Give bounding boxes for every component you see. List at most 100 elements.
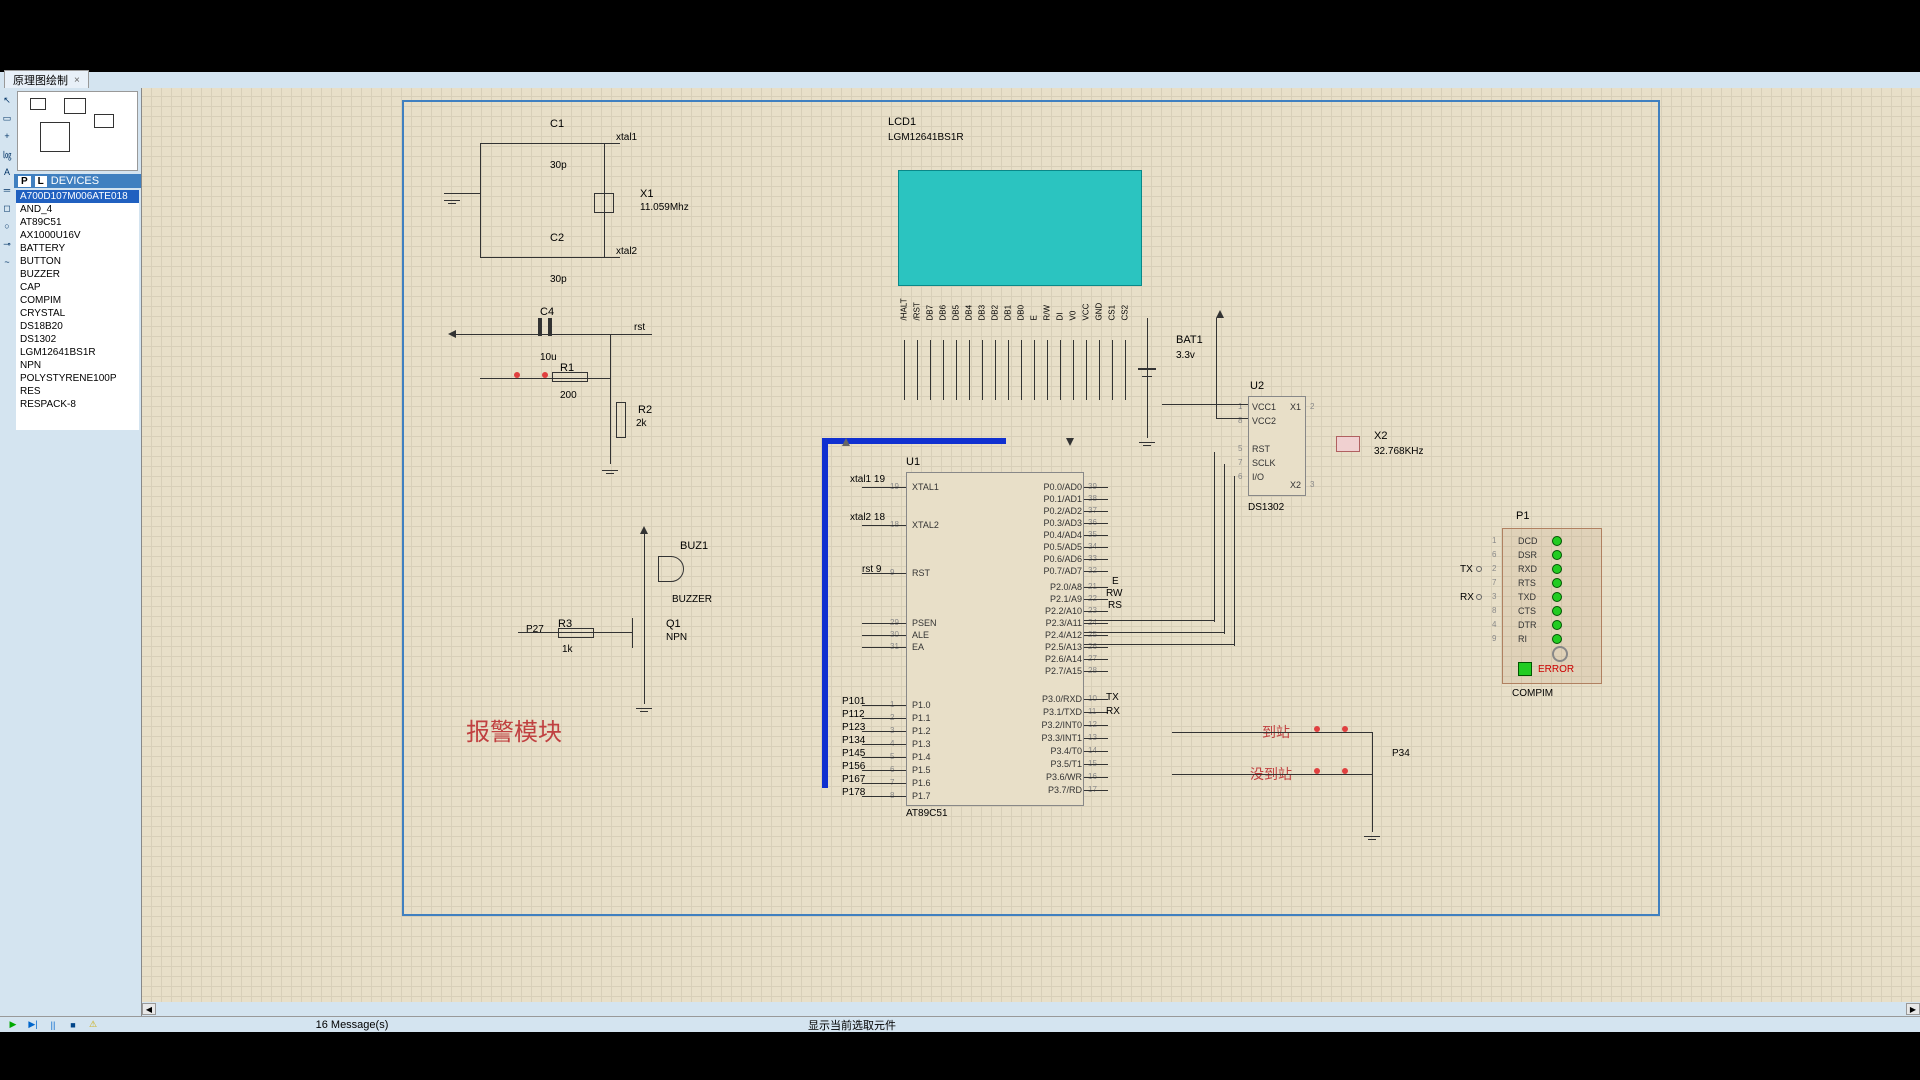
wire [1084, 764, 1108, 765]
lcd-pin-label: R/W [1043, 305, 1052, 321]
pin-label: RTS [1518, 578, 1536, 588]
device-item[interactable]: COMPIM [16, 294, 139, 307]
warning-icon[interactable]: ⚠ [84, 1018, 102, 1032]
device-item[interactable]: BATTERY [16, 242, 139, 255]
bus-tool-icon[interactable]: ═ [1, 183, 13, 197]
tab-schematic[interactable]: 原理图绘制 × [4, 70, 89, 90]
pin-label: XTAL1 [912, 482, 939, 492]
lcd-pin-label: DB1 [1004, 305, 1013, 321]
wire [1086, 340, 1087, 400]
close-icon[interactable]: × [74, 75, 80, 86]
overview-pane[interactable] [17, 91, 138, 171]
device-item[interactable]: POLYSTYRENE100P [16, 372, 139, 385]
play-button[interactable]: ▶ [4, 1018, 22, 1032]
step-button[interactable]: ▶| [24, 1018, 42, 1032]
ref-u1: U1 [906, 456, 920, 468]
component-tool-icon[interactable]: ▭ [1, 111, 13, 125]
wire [982, 340, 983, 400]
val-u1: AT89C51 [906, 808, 948, 819]
device-list[interactable]: A700D107M006ATE018AND_4AT89C51AX1000U16V… [16, 190, 139, 430]
p-button[interactable]: P [18, 176, 31, 187]
pin-num: 5 [1238, 444, 1242, 453]
tx-label: TX [1460, 564, 1473, 575]
pin-num: 6 [1238, 472, 1242, 481]
device-item[interactable]: RES [16, 385, 139, 398]
scroll-right-icon[interactable]: ▶ [1906, 1003, 1920, 1015]
device-item[interactable]: LGM12641BS1R [16, 346, 139, 359]
text-tool-icon[interactable]: A [1, 165, 13, 179]
hint-text: 显示当前选取元件 [602, 1017, 1102, 1033]
junction-tool-icon[interactable]: + [1, 129, 13, 143]
val-u2: DS1302 [1248, 502, 1284, 513]
rx-label: RX [1460, 592, 1474, 603]
device-item[interactable]: DS18B20 [16, 320, 139, 333]
messages-count[interactable]: 16 Message(s) [102, 1019, 602, 1031]
device-item[interactable]: BUTTON [16, 255, 139, 268]
wire [1372, 732, 1373, 832]
wire [1008, 340, 1009, 400]
pin-label: P1.5 [912, 765, 931, 775]
pin-label: DCD [1518, 536, 1538, 546]
battery-plate [1138, 368, 1156, 370]
device-item[interactable]: AND_4 [16, 203, 139, 216]
pause-button[interactable]: || [44, 1018, 62, 1032]
selection-tool-icon[interactable]: ↖ [1, 93, 13, 107]
pin-label: P3.1/TXD [1022, 707, 1082, 717]
pin-tool-icon[interactable]: ⊸ [1, 237, 13, 251]
val-r3: 1k [562, 644, 573, 655]
device-item[interactable]: BUZZER [16, 268, 139, 281]
device-item[interactable]: CAP [16, 281, 139, 294]
device-item[interactable]: NPN [16, 359, 139, 372]
ref-x1: X1 [640, 188, 653, 200]
status-led-icon [1552, 536, 1562, 546]
device-item[interactable]: DS1302 [16, 333, 139, 346]
pin-label: SCLK [1252, 458, 1276, 468]
pin-label: EA [912, 642, 924, 652]
wire [1084, 644, 1234, 645]
button-dot [1314, 726, 1320, 732]
val-x1: 11.059Mhz [640, 202, 689, 213]
terminal-tool-icon[interactable]: ○ [1, 219, 13, 233]
pin-num: 8 [1492, 606, 1496, 615]
net-p178: P178 [842, 787, 865, 798]
device-item[interactable]: CRYSTAL [16, 307, 139, 320]
horizontal-scrollbar[interactable]: ◀ ▶ [142, 1002, 1920, 1016]
wire [480, 143, 481, 257]
resistor-r3 [558, 628, 594, 638]
label-tool-icon[interactable]: ㏒ [1, 147, 13, 161]
device-item[interactable]: AT89C51 [16, 216, 139, 229]
l-button[interactable]: L [35, 176, 47, 187]
ref-p1: P1 [1516, 510, 1529, 522]
graph-tool-icon[interactable]: ~ [1, 255, 13, 269]
wire [1084, 523, 1108, 524]
device-item[interactable]: A700D107M006ATE018 [16, 190, 139, 203]
wire [862, 783, 906, 784]
wire [1034, 340, 1035, 400]
tx-dot [1476, 566, 1482, 572]
lcd-pin-label: DB0 [1017, 305, 1026, 321]
val-r2: 2k [636, 418, 647, 429]
status-led-icon [1552, 592, 1562, 602]
net-rst-9: rst 9 [862, 564, 881, 575]
cap-plate [538, 318, 542, 336]
wire [1084, 559, 1108, 560]
subcircuit-tool-icon[interactable]: ◻ [1, 201, 13, 215]
pin-label: P3.4/T0 [1022, 746, 1082, 756]
schematic-canvas[interactable]: C1 30p C2 30p X1 11.059Mhz xtal1 xtal2 C… [142, 88, 1920, 1016]
ref-r2: R2 [638, 404, 652, 416]
pin-label: P1.4 [912, 752, 931, 762]
resistor-r2 [616, 402, 626, 438]
scroll-left-icon[interactable]: ◀ [142, 1003, 156, 1015]
wire [862, 757, 906, 758]
button-dot [1342, 726, 1348, 732]
pin-label: XTAL2 [912, 520, 939, 530]
wire [1084, 659, 1108, 660]
stop-button[interactable]: ■ [64, 1018, 82, 1032]
device-item[interactable]: AX1000U16V [16, 229, 139, 242]
resistor-r1 [552, 372, 588, 382]
wire [862, 635, 906, 636]
device-item[interactable]: RESPACK-8 [16, 398, 139, 411]
wire [1084, 790, 1108, 791]
ref-c1: C1 [550, 118, 564, 130]
pin-label: DSR [1518, 550, 1537, 560]
